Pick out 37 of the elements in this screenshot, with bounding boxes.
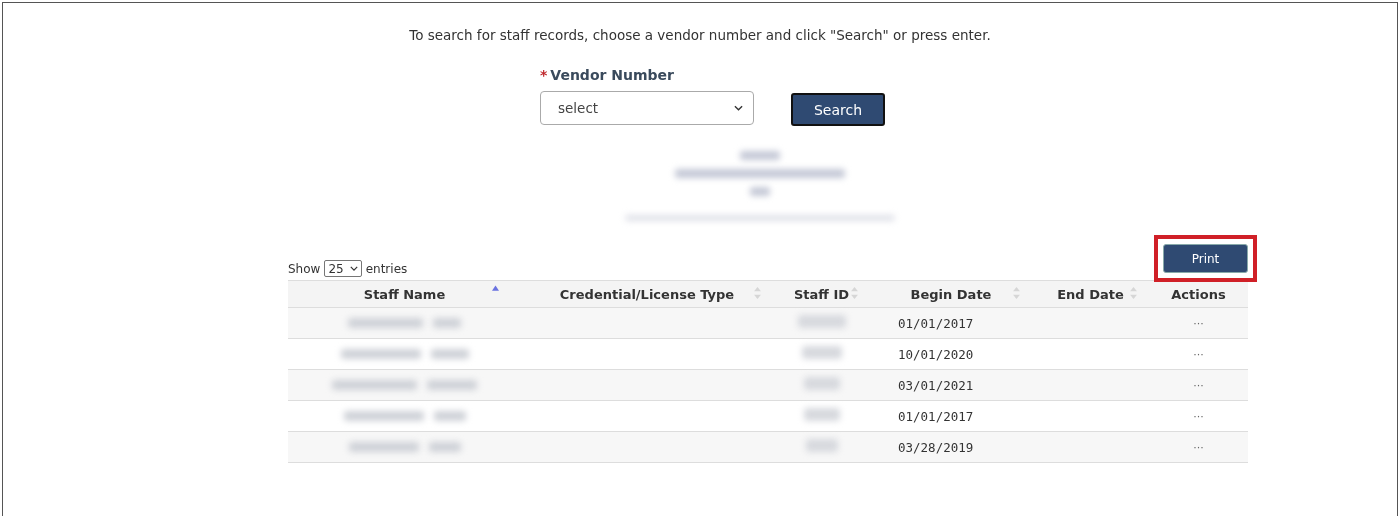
column-header[interactable]: Begin Date (910, 286, 992, 302)
table-cell: 10/01/2020 (898, 346, 974, 362)
redacted-id (797, 315, 846, 328)
field-label: Vendor Number (550, 67, 674, 83)
required-mark: * (540, 67, 548, 83)
actions-menu[interactable]: ··· (1193, 378, 1204, 392)
table-cell: 03/28/2019 (898, 439, 974, 455)
column-header[interactable]: Credential/License Type (559, 286, 735, 302)
redacted-id (805, 439, 838, 452)
print-button[interactable]: Print (1163, 244, 1248, 273)
table-cell: 01/01/2017 (898, 408, 974, 424)
vendor-select[interactable]: select (540, 91, 754, 125)
sort-icon[interactable] (754, 287, 761, 299)
sort-icon[interactable] (851, 287, 858, 299)
table-cell: 01/01/2017 (898, 315, 974, 331)
column-header[interactable]: Actions (1171, 286, 1226, 302)
column-header[interactable]: Staff ID (793, 286, 849, 302)
instruction-text: To search for staff records, choose a vendor number and click "Search" or press enter. (409, 27, 991, 43)
column-header[interactable]: Staff Name (363, 286, 446, 302)
actions-menu[interactable]: ··· (1193, 440, 1204, 454)
entries-select[interactable]: 25 (324, 260, 362, 277)
sort-icon[interactable] (1013, 287, 1020, 299)
redacted-id (801, 346, 842, 359)
sort-ascending-icon[interactable] (492, 285, 499, 291)
redacted-id (803, 408, 840, 421)
show-label: Show (288, 261, 321, 276)
chevron-down-icon (349, 266, 358, 271)
sort-icon[interactable] (1130, 287, 1137, 299)
table-cell: 03/01/2021 (898, 377, 974, 393)
actions-menu[interactable]: ··· (1193, 409, 1204, 423)
redacted-id (803, 377, 840, 390)
actions-menu[interactable]: ··· (1193, 347, 1204, 361)
search-button[interactable]: Search (791, 93, 885, 126)
chevron-down-icon (734, 105, 743, 111)
actions-menu[interactable]: ··· (1193, 316, 1204, 330)
entries-label: entries (365, 261, 408, 276)
column-header[interactable]: End Date (1057, 286, 1124, 302)
